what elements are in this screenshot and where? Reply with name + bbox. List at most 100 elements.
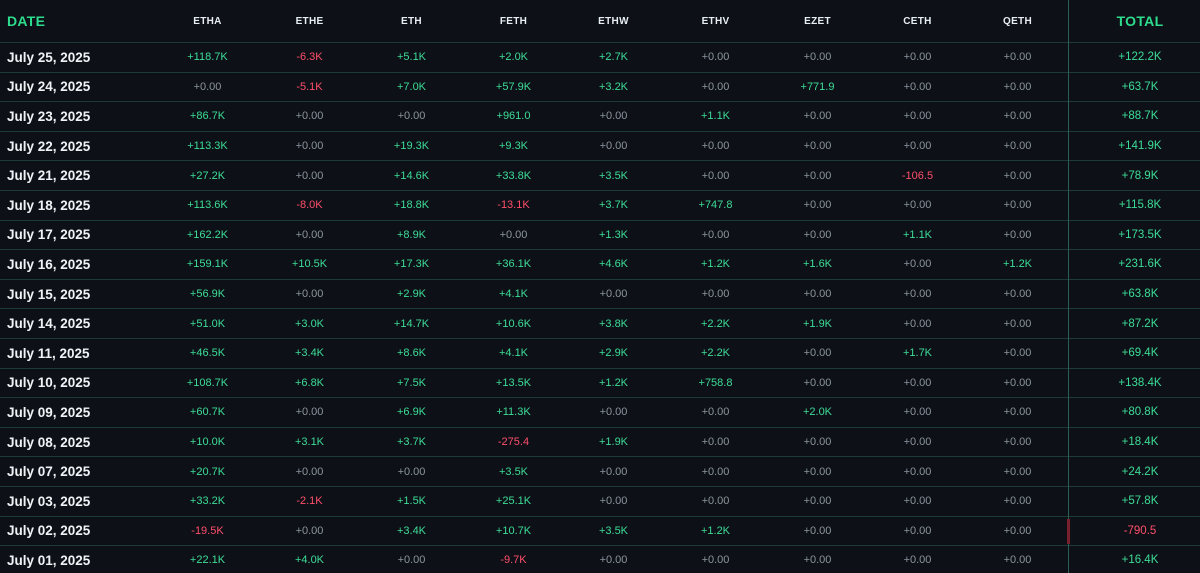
- table-row[interactable]: July 21, 2025 +27.2K +0.00 +14.6K +33.8K +3.5…: [0, 161, 1200, 191]
- column-header-eth[interactable]: ETH: [364, 0, 459, 42]
- flow-cell-ethv: +0.00: [701, 495, 730, 508]
- flow-cell-ethe: +0.00: [295, 524, 324, 537]
- table-row[interactable]: July 16, 2025 +159.1K +10.5K +17.3K +36.1K +4…: [0, 250, 1200, 280]
- flow-cell-eth: +7.0K: [396, 80, 427, 93]
- row-date: July 03, 2025: [7, 493, 91, 509]
- flow-cell-ethw: +0.00: [599, 406, 628, 419]
- table-row[interactable]: July 11, 2025 +46.5K +3.4K +8.6K +4.1K +2.9K +…: [0, 339, 1200, 369]
- table-row[interactable]: July 09, 2025 +60.7K +0.00 +6.9K +11.3K +0.00…: [0, 398, 1200, 428]
- flow-cell-qeth: +0.00: [1003, 554, 1032, 567]
- table-row[interactable]: July 07, 2025 +20.7K +0.00 +0.00 +3.5K +0.00 +…: [0, 457, 1200, 487]
- flow-cell-ethw: +1.2K: [598, 376, 629, 389]
- flow-cell-eth: +1.5K: [396, 495, 427, 508]
- flow-cell-ezet: +0.00: [803, 554, 832, 567]
- flow-cell-feth: +4.1K: [498, 288, 529, 301]
- table-row[interactable]: July 18, 2025 +113.6K -8.0K +18.8K -13.1K +3.…: [0, 191, 1200, 221]
- column-header-date[interactable]: DATE: [7, 0, 157, 42]
- table-row[interactable]: July 15, 2025 +56.9K +0.00 +2.9K +4.1K +0.00 +…: [0, 280, 1200, 310]
- flow-cell-ethe: +0.00: [295, 228, 324, 241]
- flow-cell-ceth: +1.7K: [902, 347, 933, 360]
- flow-cell-ethe: -8.0K: [296, 199, 323, 212]
- column-header-feth[interactable]: FETH: [466, 0, 561, 42]
- flow-cell-ceth: +0.00: [903, 436, 932, 449]
- flow-cell-ethv: +0.00: [701, 465, 730, 478]
- column-header-ezet[interactable]: EZET: [770, 0, 865, 42]
- flow-cell-total: +78.9K: [1121, 169, 1159, 182]
- table-row[interactable]: July 03, 2025 +33.2K -2.1K +1.5K +25.1K +0.00…: [0, 487, 1200, 517]
- flow-cell-qeth: +0.00: [1003, 317, 1032, 330]
- flow-cell-total: +88.7K: [1121, 110, 1159, 123]
- negative-total-marker: [1067, 518, 1070, 545]
- table-row[interactable]: July 17, 2025 +162.2K +0.00 +8.9K +0.00 +1.3K…: [0, 221, 1200, 251]
- flow-cell-ezet: +0.00: [803, 110, 832, 123]
- table-row[interactable]: July 22, 2025 +113.3K +0.00 +19.3K +9.3K +0.0…: [0, 132, 1200, 162]
- flow-cell-qeth: +1.2K: [1002, 258, 1033, 271]
- row-date: July 10, 2025: [7, 375, 91, 391]
- flow-cell-etha: +33.2K: [189, 495, 226, 508]
- flow-cell-ethw: +3.8K: [598, 317, 629, 330]
- flow-cell-ezet: +0.00: [803, 465, 832, 478]
- flow-cell-feth: -13.1K: [497, 199, 530, 212]
- flow-cell-ethv: +0.00: [701, 406, 730, 419]
- flow-cell-total: +63.7K: [1121, 80, 1159, 93]
- flow-cell-ceth: +0.00: [903, 406, 932, 419]
- flow-cell-etha: +0.00: [193, 80, 222, 93]
- flow-cell-ethw: +3.2K: [598, 80, 629, 93]
- etf-flows-table: DATE ETHA ETHE ETH FETH ETHW ETHV EZET C…: [0, 0, 1200, 573]
- flow-cell-etha: +10.0K: [189, 436, 226, 449]
- flow-cell-total: +231.6K: [1118, 258, 1162, 271]
- flow-cell-ethw: +0.00: [599, 465, 628, 478]
- flow-cell-ethe: +10.5K: [291, 258, 328, 271]
- flow-cell-ethv: +1.2K: [700, 258, 731, 271]
- column-header-etha[interactable]: ETHA: [160, 0, 255, 42]
- table-row[interactable]: July 01, 2025 +22.1K +4.0K +0.00 -9.7K +0.00 +…: [0, 546, 1200, 573]
- flow-cell-eth: +19.3K: [393, 140, 430, 153]
- flow-cell-total: +69.4K: [1121, 347, 1159, 360]
- flow-cell-qeth: +0.00: [1003, 406, 1032, 419]
- flow-cell-eth: +5.1K: [396, 51, 427, 64]
- table-row[interactable]: July 23, 2025 +86.7K +0.00 +0.00 +961.0 +0.00…: [0, 102, 1200, 132]
- column-header-total[interactable]: TOTAL: [1090, 0, 1190, 42]
- row-date: July 15, 2025: [7, 286, 91, 302]
- table-header: DATE ETHA ETHE ETH FETH ETHW ETHV EZET C…: [0, 0, 1200, 43]
- flow-cell-ezet: +0.00: [803, 347, 832, 360]
- flow-cell-ceth: +0.00: [903, 376, 932, 389]
- flow-cell-ceth: +0.00: [903, 51, 932, 64]
- table-row[interactable]: July 24, 2025 +0.00 -5.1K +7.0K +57.9K +3.2K +…: [0, 73, 1200, 103]
- flow-cell-ethe: +0.00: [295, 140, 324, 153]
- flow-cell-ezet: +0.00: [803, 524, 832, 537]
- flow-cell-ceth: +0.00: [903, 140, 932, 153]
- row-date: July 08, 2025: [7, 434, 91, 450]
- flow-cell-feth: -275.4: [497, 436, 530, 449]
- column-header-ceth[interactable]: CETH: [870, 0, 965, 42]
- flow-cell-total: +16.4K: [1121, 554, 1159, 567]
- flow-cell-eth: +0.00: [397, 554, 426, 567]
- flow-cell-total: +173.5K: [1118, 228, 1162, 241]
- flow-cell-ethv: +2.2K: [700, 317, 731, 330]
- flow-cell-ethw: +0.00: [599, 140, 628, 153]
- flow-cell-ethe: -6.3K: [296, 51, 323, 64]
- column-header-ethv[interactable]: ETHV: [668, 0, 763, 42]
- flow-cell-feth: +9.3K: [498, 140, 529, 153]
- table-row[interactable]: July 10, 2025 +108.7K +6.8K +7.5K +13.5K +1.2…: [0, 369, 1200, 399]
- flow-cell-feth: +25.1K: [495, 495, 532, 508]
- flow-cell-ceth: +1.1K: [902, 228, 933, 241]
- column-header-ethe[interactable]: ETHE: [262, 0, 357, 42]
- row-date: July 21, 2025: [7, 168, 91, 184]
- flow-cell-ethw: +0.00: [599, 288, 628, 301]
- flow-cell-eth: +3.7K: [396, 436, 427, 449]
- row-date: July 14, 2025: [7, 316, 91, 332]
- flow-cell-qeth: +0.00: [1003, 376, 1032, 389]
- flow-cell-etha: -19.5K: [191, 524, 224, 537]
- flow-cell-ethv: +0.00: [701, 228, 730, 241]
- flow-cell-ethe: +3.1K: [294, 436, 325, 449]
- table-row[interactable]: July 08, 2025 +10.0K +3.1K +3.7K -275.4 +1.9K…: [0, 428, 1200, 458]
- flow-cell-ethv: +1.1K: [700, 110, 731, 123]
- column-header-qeth[interactable]: QETH: [970, 0, 1065, 42]
- table-row[interactable]: July 14, 2025 +51.0K +3.0K +14.7K +10.6K +3.8…: [0, 309, 1200, 339]
- table-row[interactable]: July 02, 2025 -19.5K +0.00 +3.4K +10.7K +3.5K…: [0, 517, 1200, 547]
- flow-cell-ezet: +0.00: [803, 228, 832, 241]
- table-row[interactable]: July 25, 2025 +118.7K -6.3K +5.1K +2.0K +2.7K…: [0, 43, 1200, 73]
- flow-cell-ceth: -106.5: [901, 169, 934, 182]
- column-header-ethw[interactable]: ETHW: [566, 0, 661, 42]
